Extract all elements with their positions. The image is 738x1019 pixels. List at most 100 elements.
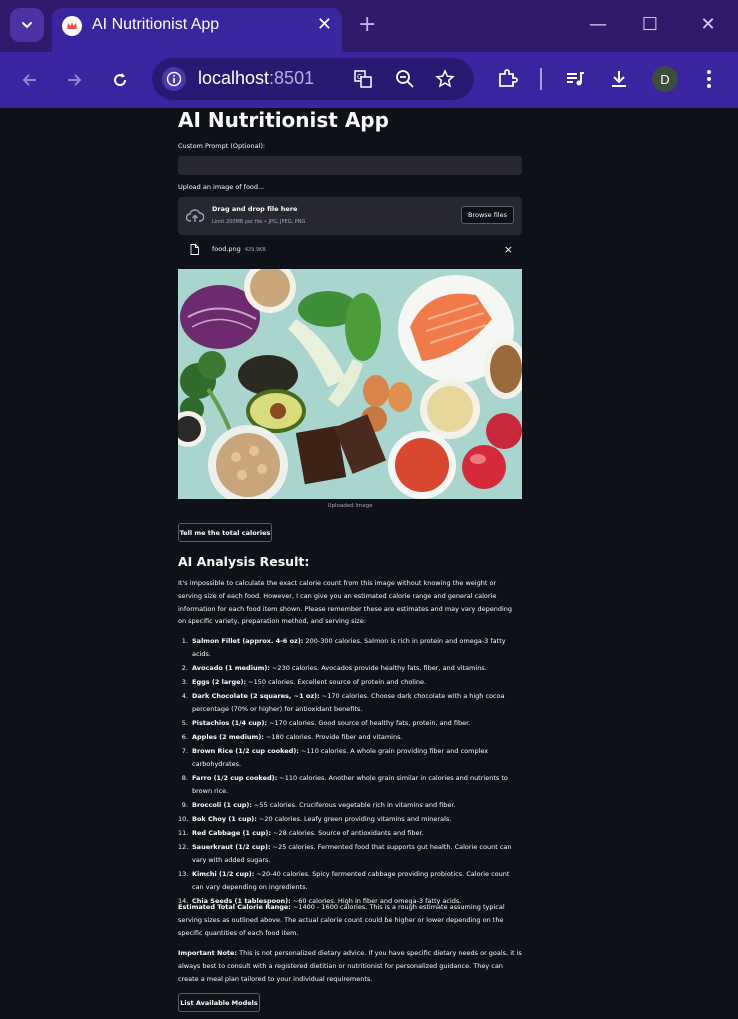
toolbar-separator (540, 68, 542, 90)
list-item: 13. Kimchi (1/2 cup): ~20-40 calories. Sp… (178, 868, 522, 894)
dropzone-limit: Limit 200MB per file • JPG, JPEG, PNG (212, 219, 306, 225)
list-item-number: 5. (181, 718, 188, 727)
address-bar[interactable]: localhost:8501 G (152, 58, 474, 100)
profile-avatar[interactable]: D (652, 66, 678, 92)
dropzone-title: Drag and drop file here (212, 205, 298, 213)
bookmark-star-icon[interactable] (434, 68, 456, 90)
media-control-icon[interactable] (562, 66, 588, 92)
file-name-text: food.png (212, 245, 241, 253)
url-port: :8501 (269, 68, 315, 88)
list-item-desc: ~230 calories. Avocados provide healthy … (269, 663, 487, 672)
list-item-name: Sauerkraut (1/2 cup): (192, 843, 271, 852)
maximize-icon[interactable]: ☐ (638, 14, 662, 38)
list-item-desc: ~55 calories. Cruciferous vegetable rich… (251, 800, 456, 809)
list-item: 10. Bok Choy (1 cup): ~20 calories. Leafy… (178, 813, 522, 826)
list-item-number: 4. (181, 692, 188, 701)
list-item: 3. Eggs (2 large): ~150 calories. Excelle… (178, 676, 522, 689)
list-item-desc: ~170 calories. Good source of healthy fa… (267, 718, 471, 727)
list-item: 2. Avocado (1 medium): ~230 calories. Avo… (178, 662, 522, 675)
list-item-name: Eggs (2 large): (192, 677, 247, 686)
file-icon (190, 244, 199, 255)
list-item-number: 13. (178, 870, 189, 879)
tab-search-button[interactable] (10, 8, 44, 42)
list-item: 1. Salmon Fillet (approx. 4-6 oz): 200-30… (178, 635, 522, 661)
extensions-icon[interactable] (494, 66, 520, 92)
list-item-desc: ~180 calories. Provide fiber and vitamin… (263, 733, 403, 742)
page-title: AI Nutritionist App (178, 108, 389, 132)
custom-prompt-input[interactable] (178, 156, 522, 175)
list-item: 9. Broccoli (1 cup): ~55 calories. Crucif… (178, 799, 522, 812)
list-item: 12. Sauerkraut (1/2 cup): ~25 calories. F… (178, 841, 522, 867)
result-intro: It's impossible to calculate the exact c… (178, 579, 513, 626)
site-info-icon[interactable] (162, 67, 186, 91)
list-item: 8. Farro (1/2 cup cooked): ~110 calories.… (178, 772, 522, 798)
list-models-button[interactable]: List Available Models (178, 993, 260, 1012)
upload-cloud-icon (186, 209, 204, 222)
svg-text:G: G (357, 73, 362, 81)
total-label: Estimated Total Calorie Range: (178, 903, 291, 911)
list-item-name: Farro (1/2 cup cooked): (192, 774, 278, 783)
list-item: 5. Pistachios (1/4 cup): ~170 calories. G… (178, 717, 522, 730)
remove-file-icon[interactable]: × (504, 243, 513, 256)
tab-title: AI Nutritionist App (92, 16, 220, 33)
menu-icon[interactable] (696, 66, 722, 92)
file-dropzone[interactable]: Drag and drop file here Limit 200MB per … (178, 197, 522, 235)
list-item-desc: ~28 calories. Source of antioxidants and… (270, 829, 424, 838)
window-close-icon[interactable]: ✕ (696, 14, 720, 38)
list-item-name: Pistachios (1/4 cup): (192, 718, 268, 727)
list-item-number: 9. (181, 800, 188, 809)
list-item-desc: ~20 calories. Leafy green providing vita… (256, 815, 452, 824)
translate-icon[interactable]: G (352, 68, 374, 90)
note-label: Important Note: (178, 949, 238, 957)
total-estimate: Estimated Total Calorie Range: ~1400 - 1… (178, 901, 522, 939)
url-host: localhost (198, 68, 270, 88)
list-item: 7. Brown Rice (1/2 cup cooked): ~110 calo… (178, 745, 522, 771)
image-caption: Uploaded Image (327, 503, 373, 509)
reload-icon[interactable] (106, 66, 134, 94)
important-note: Important Note: This is not personalized… (178, 947, 522, 985)
upload-label: Upload an image of food... (178, 183, 265, 191)
list-item-number: 11. (178, 829, 189, 838)
prompt-label: Custom Prompt (Optional): (178, 142, 266, 150)
file-name: food.png 429.9KB (212, 245, 266, 253)
list-item-name: Brown Rice (1/2 cup cooked): (192, 747, 299, 756)
food-list: 1. Salmon Fillet (approx. 4-6 oz): 200-30… (178, 635, 522, 909)
list-item-number: 2. (181, 663, 188, 672)
zoom-out-icon[interactable] (394, 68, 416, 90)
forward-icon[interactable] (60, 66, 88, 94)
list-item: 4. Dark Chocolate (2 squares, ~1 oz): ~17… (178, 690, 522, 716)
list-item-number: 7. (181, 747, 188, 756)
browse-files-button[interactable]: Browse files (461, 206, 514, 224)
url-text: localhost:8501 (198, 68, 314, 89)
back-icon[interactable] (16, 66, 44, 94)
list-item-number: 3. (181, 677, 188, 686)
list-item-name: Bok Choy (1 cup): (192, 815, 257, 824)
active-tab[interactable]: AI Nutritionist App ✕ (52, 8, 342, 52)
list-item-name: Avocado (1 medium): (192, 663, 270, 672)
new-tab-icon[interactable]: + (358, 12, 376, 37)
list-item-number: 10. (178, 815, 189, 824)
list-item-number: 1. (181, 637, 188, 645)
tab-close-icon[interactable]: ✕ (317, 14, 332, 35)
list-item-name: Salmon Fillet (approx. 4-6 oz): (192, 637, 304, 645)
total-calories-button[interactable]: Tell me the total calories (178, 523, 272, 542)
list-item-number: 6. (181, 733, 188, 742)
list-item-name: Red Cabbage (1 cup): (192, 829, 271, 838)
uploaded-food-image (178, 269, 522, 499)
minimize-icon[interactable]: — (586, 14, 610, 38)
list-item-name: Broccoli (1 cup): (192, 800, 252, 809)
download-icon[interactable] (606, 66, 632, 92)
list-item-number: 12. (178, 843, 189, 852)
chevron-down-icon (22, 22, 32, 29)
list-item-number: 8. (181, 774, 188, 783)
favicon-icon (62, 16, 82, 36)
result-title: AI Analysis Result: (178, 554, 310, 569)
browser-toolbar: localhost:8501 G (0, 52, 738, 108)
file-size: 429.9KB (244, 247, 266, 253)
list-item-name: Apples (2 medium): (192, 733, 264, 742)
tab-strip: AI Nutritionist App ✕ + — ☐ ✕ (0, 0, 738, 52)
list-item-name: Kimchi (1/2 cup): (192, 870, 255, 879)
list-item: 11. Red Cabbage (1 cup): ~28 calories. So… (178, 827, 522, 840)
list-item-desc: ~150 calories. Excellent source of prote… (246, 677, 427, 686)
uploaded-file-row: food.png 429.9KB × (178, 240, 522, 260)
